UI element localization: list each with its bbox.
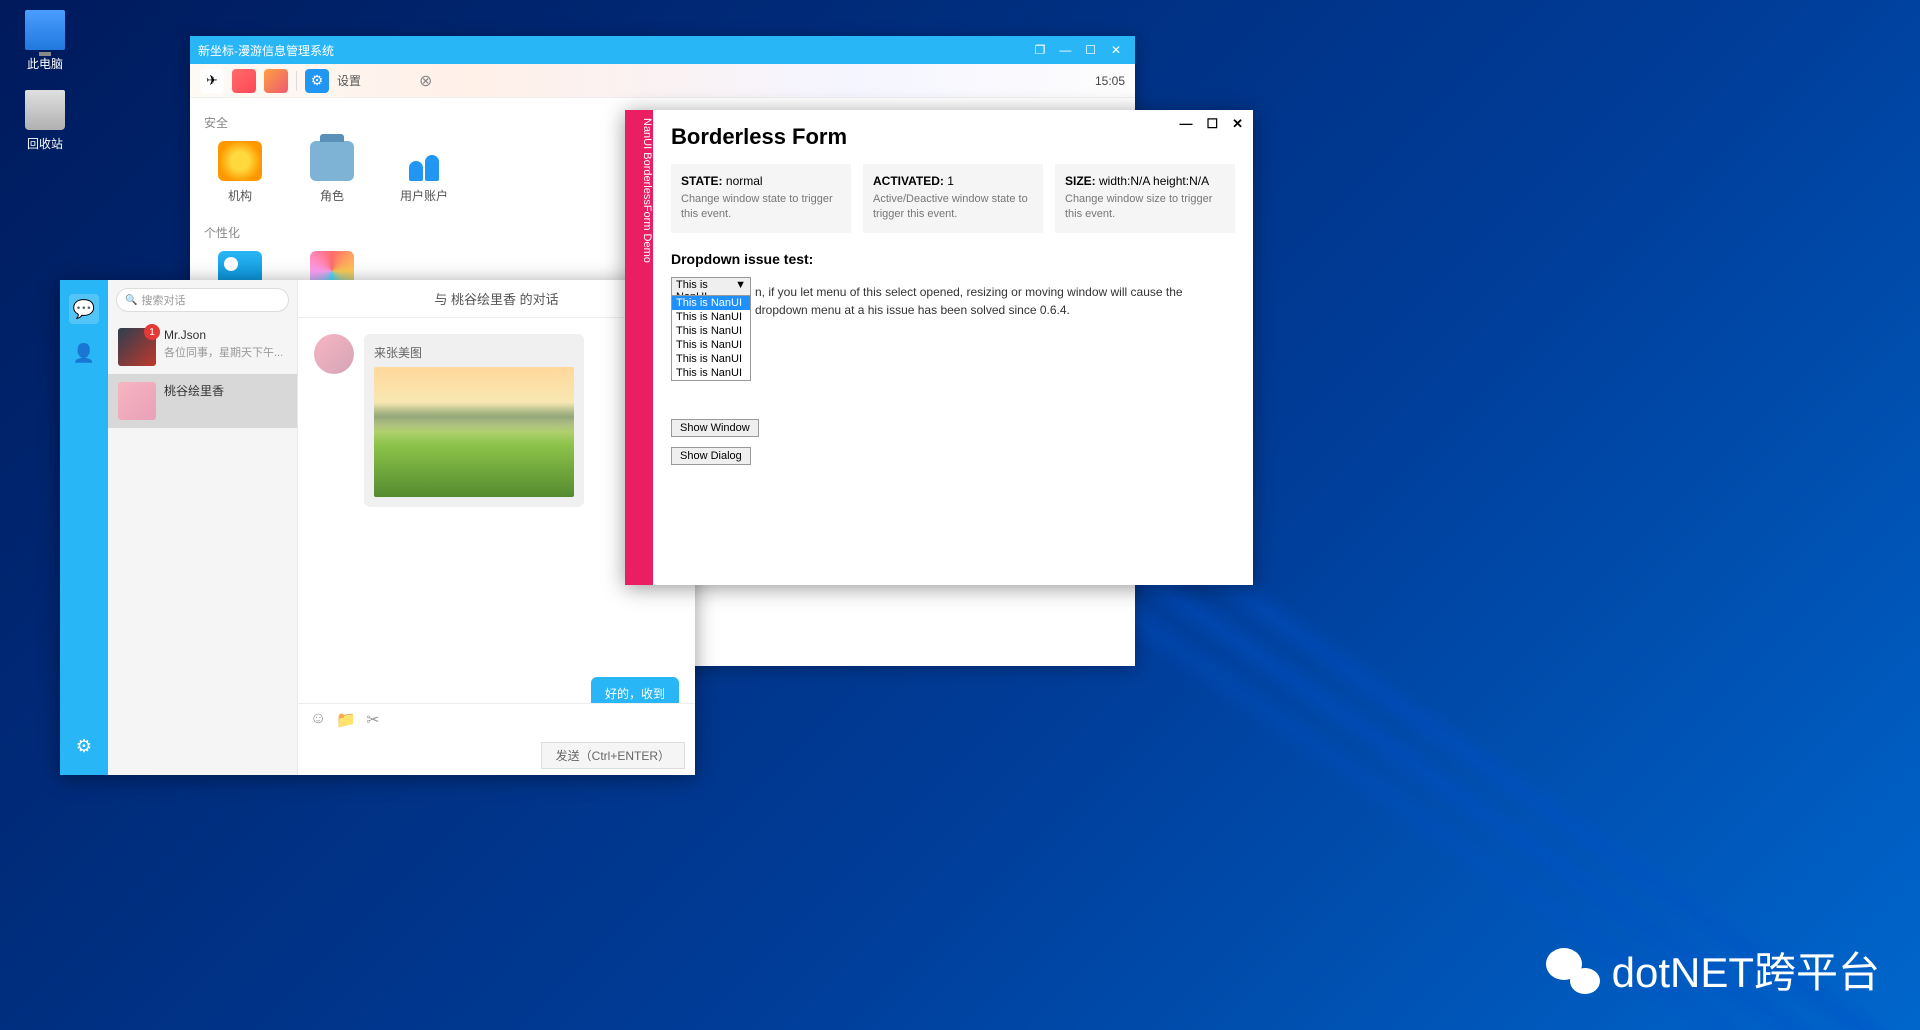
- card-value: width:N/A height:N/A: [1099, 174, 1209, 188]
- status-card-state: STATE: normal Change window state to tri…: [671, 164, 851, 233]
- show-window-button[interactable]: Show Window: [671, 419, 759, 437]
- restore-button[interactable]: ❐: [1029, 43, 1051, 57]
- chat-input-toolbar: ☺ 📁 ✂: [298, 703, 695, 736]
- desktop-icon-label: 此电脑: [10, 55, 80, 72]
- contact-preview: 各位同事，星期天下午...: [164, 344, 283, 360]
- tab-close-icon[interactable]: ⊗: [419, 71, 432, 91]
- card-value: 1: [947, 174, 954, 188]
- card-value: normal: [726, 174, 763, 188]
- card-key: STATE:: [681, 174, 723, 188]
- avatar: 1: [118, 328, 156, 366]
- description-text: n, if you let menu of this select opened…: [755, 283, 1235, 319]
- map-icon[interactable]: [264, 69, 288, 93]
- folder-group-icon: [310, 141, 354, 181]
- card-desc: Change window state to trigger this even…: [681, 192, 841, 223]
- item-org[interactable]: 机构: [214, 141, 266, 204]
- emoji-icon[interactable]: ☺: [310, 710, 326, 730]
- dropdown-option[interactable]: This is NanUI: [672, 296, 750, 310]
- minimize-button[interactable]: —: [1179, 116, 1192, 132]
- avatar: [314, 334, 354, 374]
- avatar: [118, 382, 156, 420]
- status-card-activated: ACTIVATED: 1 Active/Deactive window stat…: [863, 164, 1043, 233]
- toolbar: ✈ ⚙ 设置 ⊗ 15:05: [190, 64, 1135, 98]
- card-desc: Change window size to trigger this event…: [1065, 192, 1225, 223]
- message-text: 来张美图: [374, 344, 574, 361]
- chat-title: 与 桃谷绘里香 的对话: [434, 289, 558, 308]
- message-text: 好的，收到: [591, 677, 679, 703]
- search-input[interactable]: 搜索对话: [116, 288, 289, 312]
- card-key: SIZE:: [1065, 174, 1096, 188]
- card-desc: Active/Deactive window state to trigger …: [873, 192, 1033, 223]
- watermark: dotNET跨平台: [1544, 939, 1880, 1000]
- message-image[interactable]: [374, 367, 574, 497]
- send-button[interactable]: 发送（Ctrl+ENTER）: [541, 742, 685, 769]
- wechat-icon: [1544, 946, 1600, 994]
- borderless-form-window: NanUI BorderlessForm Demo — ☐ ✕ Borderle…: [625, 110, 1253, 585]
- message-outgoing: 好的，收到: [314, 677, 679, 703]
- unread-badge: 1: [144, 324, 160, 340]
- dropdown-option[interactable]: This is NanUI: [672, 352, 750, 366]
- minimize-button[interactable]: —: [1054, 43, 1076, 57]
- clock: 15:05: [1095, 74, 1125, 88]
- scissors-icon[interactable]: ✂: [366, 710, 379, 730]
- window-titlebar[interactable]: 新坐标-漫游信息管理系统 ❐ — ☐ ✕: [190, 36, 1135, 64]
- card-key: ACTIVATED:: [873, 174, 944, 188]
- recycle-bin-icon: [25, 90, 65, 130]
- dropdown-option[interactable]: This is NanUI: [672, 366, 750, 380]
- settings-label: 设置: [337, 72, 361, 89]
- dropdown-menu: This is NanUI This is NanUI This is NanU…: [671, 295, 751, 381]
- chat-window: 💬 👤 ⚙ 搜索对话 1 Mr.Json 各位同事，星期天下午... 桃谷绘里香: [60, 280, 695, 775]
- rocket-icon[interactable]: ✈: [200, 69, 224, 93]
- contact-name: Mr.Json: [164, 328, 283, 342]
- section-subtitle: Dropdown issue test:: [671, 251, 1235, 267]
- item-user[interactable]: 用户账户: [398, 141, 450, 204]
- close-button[interactable]: ✕: [1105, 43, 1127, 57]
- desktop-icon-bin[interactable]: 回收站: [10, 90, 80, 152]
- maximize-button[interactable]: ☐: [1080, 43, 1102, 57]
- dropdown-option[interactable]: This is NanUI: [672, 324, 750, 338]
- contact-name: 桃谷绘里香: [164, 382, 224, 399]
- item-label: 机构: [214, 187, 266, 204]
- chat-tab-contacts[interactable]: 👤: [69, 338, 99, 368]
- desktop-icon-label: 回收站: [10, 135, 80, 152]
- chat-settings-icon[interactable]: ⚙: [69, 731, 99, 761]
- contact-list: 搜索对话 1 Mr.Json 各位同事，星期天下午... 桃谷绘里香: [108, 280, 298, 775]
- desktop-icon-pc[interactable]: 此电脑: [10, 10, 80, 72]
- watermark-text: dotNET跨平台: [1612, 939, 1880, 1000]
- chat-tab-messages[interactable]: 💬: [69, 294, 99, 324]
- page-title: Borderless Form: [671, 124, 1235, 150]
- item-label: 角色: [306, 187, 358, 204]
- show-dialog-button[interactable]: Show Dialog: [671, 447, 751, 465]
- gear-icon[interactable]: ⚙: [305, 69, 329, 93]
- users-icon: [402, 141, 446, 181]
- chat-sidebar: 💬 👤 ⚙: [60, 280, 108, 775]
- contact-item[interactable]: 桃谷绘里香: [108, 374, 297, 428]
- status-card-size: SIZE: width:N/A height:N/A Change window…: [1055, 164, 1235, 233]
- item-role[interactable]: 角色: [306, 141, 358, 204]
- search-placeholder: 搜索对话: [141, 292, 185, 308]
- pc-icon: [25, 10, 65, 50]
- folder-icon[interactable]: 📁: [336, 710, 356, 730]
- contact-item[interactable]: 1 Mr.Json 各位同事，星期天下午...: [108, 320, 297, 374]
- window-spine-title: NanUI BorderlessForm Demo: [625, 110, 653, 585]
- window-title: 新坐标-漫游信息管理系统: [198, 42, 334, 59]
- item-label: 用户账户: [398, 187, 450, 204]
- maximize-button[interactable]: ☐: [1206, 116, 1218, 132]
- handshake-icon: [218, 141, 262, 181]
- app-icon[interactable]: [232, 69, 256, 93]
- dropdown-option[interactable]: This is NanUI: [672, 310, 750, 324]
- close-button[interactable]: ✕: [1232, 116, 1243, 132]
- dropdown-option[interactable]: This is NanUI: [672, 338, 750, 352]
